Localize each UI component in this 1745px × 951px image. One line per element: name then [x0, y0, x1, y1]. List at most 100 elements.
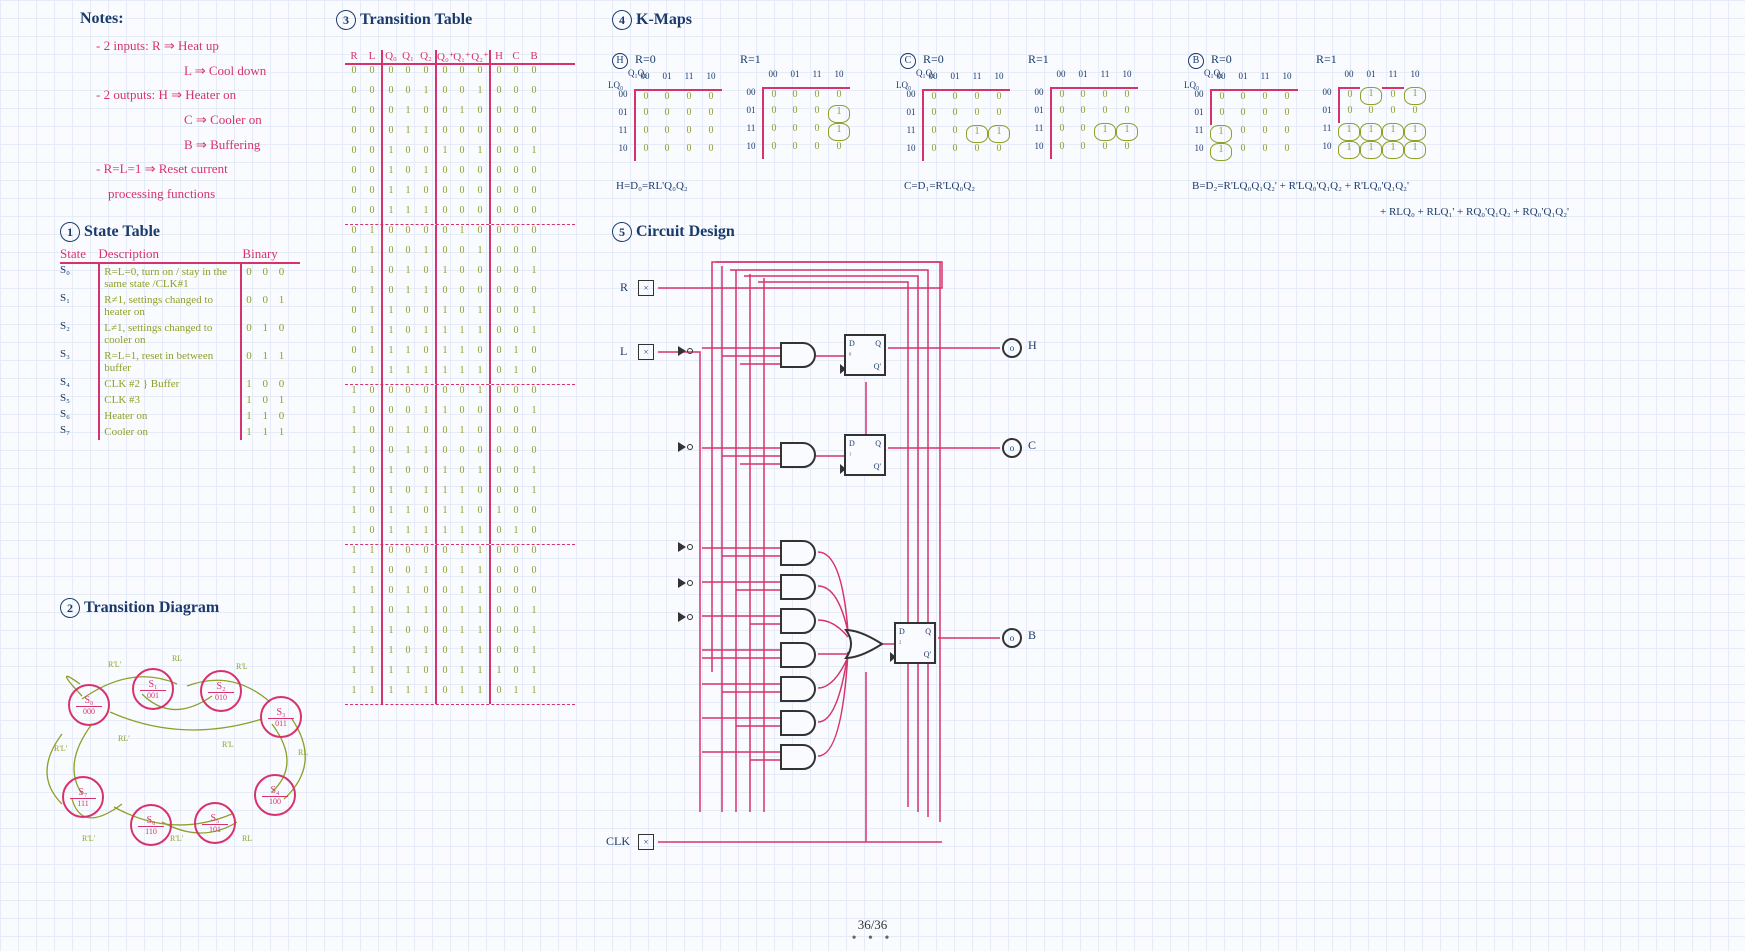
state-node-s6: S₆110	[130, 804, 172, 846]
and-gate-icon	[780, 642, 816, 668]
tt-row: 11000011000	[345, 545, 575, 565]
tt-row: 10101110001	[345, 485, 575, 505]
tt-header: Q₂	[417, 50, 435, 63]
notes-title: Notes:	[80, 10, 124, 28]
kmap-B: B R=0Q₁Q₂LQ₀0001111000000001000011100010…	[1188, 52, 1426, 161]
kmap-B-eq2: + RLQ₀ + RLQ₁' + RQ₀'Q₁Q₂ + RQ₀'Q₁Q₂'	[1380, 206, 1569, 218]
tt-row: 00110000000	[345, 185, 575, 205]
tt-row: 00010010000	[345, 105, 575, 125]
and-gate-icon	[780, 574, 816, 600]
page-dots-icon: • • •	[852, 931, 894, 947]
tt-row: 00000000000	[345, 65, 575, 85]
tt-row: 11100011001	[345, 625, 575, 645]
notes-line: C ⇒ Cooler on	[96, 108, 266, 133]
and-gate-icon	[780, 442, 816, 468]
tt-header: Q₁⁺	[453, 50, 471, 63]
tt-header: Q₀⁺	[435, 50, 453, 63]
state-table-row: S₀R=L=0, turn on / stay in the same stat…	[60, 264, 300, 292]
inverter-bubble-icon	[687, 348, 693, 354]
tt-header: R	[345, 50, 363, 63]
tt-row: 11101011001	[345, 645, 575, 665]
notes-line: - 2 outputs: H ⇒ Heater on	[96, 83, 266, 108]
notes-line: processing functions	[96, 182, 266, 207]
section-4-title: 4K-Maps	[612, 10, 692, 30]
state-table-row: S₂L≠1, settings changed to cooler on0 1 …	[60, 320, 300, 348]
tt-header: L	[363, 50, 381, 63]
tt-row: 10011000000	[345, 445, 575, 465]
input-R-pin: ×	[638, 280, 654, 296]
input-L-pin: ×	[638, 344, 654, 360]
output-C-node: o	[1002, 438, 1022, 458]
and-gate-icon	[780, 710, 816, 736]
tt-row: 01110110010	[345, 345, 575, 365]
section-5-title: 5Circuit Design	[612, 222, 735, 242]
kmap-equation: C=D₁=R'LQ₀Q₂	[904, 180, 1164, 192]
notes-line: B ⇒ Buffering	[96, 133, 266, 158]
circled-num-icon: 1	[60, 222, 80, 242]
tt-header: C	[507, 50, 525, 63]
section-2-title: 2Transition Diagram	[60, 598, 219, 618]
inverter-icon	[678, 612, 686, 622]
output-H-label: H	[1028, 338, 1037, 353]
tt-row: 01101111001	[345, 325, 575, 345]
tt-row: 11001011000	[345, 565, 575, 585]
circled-num-icon: 4	[612, 10, 632, 30]
tt-row: 00101000000	[345, 165, 575, 185]
state-node-s1: S₁001	[132, 668, 174, 710]
tt-row: 00001001000	[345, 85, 575, 105]
input-R-label: R	[620, 280, 628, 295]
or-gate-icon	[844, 628, 884, 660]
state-table-header: Description	[98, 246, 242, 262]
inverter-bubble-icon	[687, 444, 693, 450]
output-H-node: o	[1002, 338, 1022, 358]
state-node-s2: S₂010	[200, 670, 242, 712]
tt-row: 11010011000	[345, 585, 575, 605]
circled-num-icon: 3	[336, 10, 356, 30]
state-node-s7: S₇111	[62, 776, 104, 818]
kmap-equation: B=D₂=R'LQ₀Q₁Q₂' + R'LQ₀'Q₁Q₂ + R'LQ₀'Q₁Q…	[1192, 180, 1452, 192]
state-node-s3: S₃011	[260, 696, 302, 738]
transition-table: RLQ₀Q₁Q₂Q₀⁺Q₁⁺Q₂⁺HCB 0000000000000001001…	[345, 50, 575, 705]
tt-row: 01000010000	[345, 225, 575, 245]
state-table-row: S₇Cooler on1 1 1	[60, 424, 300, 440]
state-node-s4: S₄100	[254, 774, 296, 816]
notes-body: - 2 inputs: R ⇒ Heat up L ⇒ Cool down - …	[96, 34, 266, 207]
tt-row: 00111000000	[345, 205, 575, 225]
transition-diagram: S₀000 S₁001 S₂010 S₃011 S₄100 S₅101 S₆11…	[22, 624, 322, 864]
inverter-bubble-icon	[687, 580, 693, 586]
circuit-diagram: R × L × CLK × D₀ QQ' D₁ QQ' D₂ QQ' o H o…	[612, 252, 1072, 872]
state-table-row: S₄CLK #2 } Buffer1 0 0	[60, 376, 300, 392]
tt-row: 10111111010	[345, 525, 575, 545]
tt-row: 11110011101	[345, 665, 575, 685]
inverter-bubble-icon	[687, 614, 693, 620]
tt-row: 11111011011	[345, 685, 575, 705]
tt-row: 10000001000	[345, 385, 575, 405]
and-gate-icon	[780, 608, 816, 634]
tt-header: B	[525, 50, 543, 63]
and-gate-icon	[780, 744, 816, 770]
state-table-row: S₁R≠1, settings changed to heater on0 0 …	[60, 292, 300, 320]
tt-row: 10001100001	[345, 405, 575, 425]
input-CLK-label: CLK	[606, 834, 630, 849]
flipflop-D1: D₁ QQ'	[844, 434, 886, 476]
notes-line: L ⇒ Cool down	[96, 59, 266, 84]
kmap-C: C R=0Q₁Q₂LQ₀0001111000000001000011001110…	[900, 52, 1138, 161]
inverter-icon	[678, 542, 686, 552]
output-B-node: o	[1002, 628, 1022, 648]
state-table-header: State	[60, 246, 98, 262]
input-L-label: L	[620, 344, 627, 359]
tt-row: 10110110100	[345, 505, 575, 525]
kmap-equation: H=D₀=RL'Q₀Q₂	[616, 180, 876, 192]
tt-row: 10100101001	[345, 465, 575, 485]
inverter-icon	[678, 442, 686, 452]
output-C-label: C	[1028, 438, 1036, 453]
state-table-header: Binary	[242, 246, 300, 262]
state-node-s5: S₅101	[194, 802, 236, 844]
output-B-label: B	[1028, 628, 1036, 643]
and-gate-icon	[780, 540, 816, 566]
inverter-icon	[678, 346, 686, 356]
notes-line: - R=L=1 ⇒ Reset current	[96, 157, 266, 182]
tt-row: 01010100001	[345, 265, 575, 285]
state-table-row: S₃R=L=1, reset in between buffer0 1 1	[60, 348, 300, 376]
and-gate-icon	[780, 342, 816, 368]
